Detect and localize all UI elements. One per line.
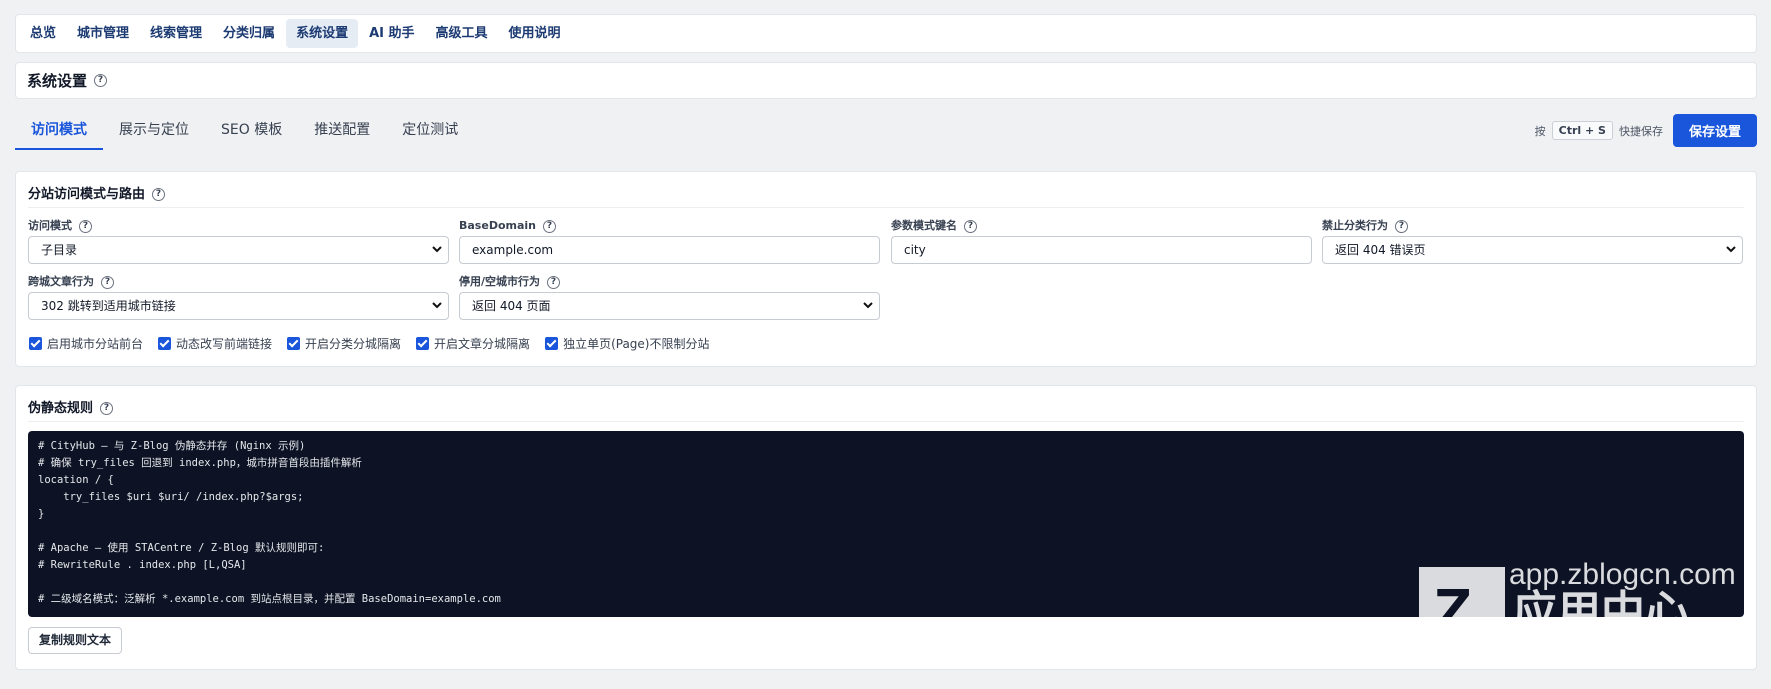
select-value: 302 跳转到适用城市链接 <box>41 299 176 313</box>
help-icon[interactable]: ? <box>152 188 166 201</box>
checkbox-category-isolation[interactable]: 开启分类分城隔离 <box>287 335 401 352</box>
top-nav: 总览 城市管理 线索管理 分类归属 系统设置 AI 助手 高级工具 使用说明 <box>15 14 1757 53</box>
checkbox-label: 独立单页(Page)不限制分站 <box>563 337 710 351</box>
checkbox[interactable] <box>158 337 172 350</box>
basedomain-input[interactable]: example.com <box>459 236 880 264</box>
nav-item-cities[interactable]: 城市管理 <box>67 19 139 48</box>
disabled-city-field: 停用/空城市行为? 返回 404 页面 <box>459 274 880 320</box>
cross-city-field: 跨城文章行为? 302 跳转到适用城市链接 <box>28 274 449 320</box>
chevron-down-icon <box>432 246 442 253</box>
chevron-down-icon <box>432 302 442 309</box>
save-hint-suffix: 快捷保存 <box>1618 124 1663 138</box>
chevron-down-icon <box>1726 246 1736 253</box>
help-icon[interactable]: ? <box>543 219 556 233</box>
checkbox-enable-frontend[interactable]: 启用城市分站前台 <box>29 335 143 352</box>
checkbox-article-isolation[interactable]: 开启文章分城隔离 <box>416 335 530 352</box>
page-title: 系统设置 <box>27 72 88 90</box>
select-value: 子目录 <box>41 243 78 257</box>
checkbox-label: 开启文章分城隔离 <box>434 337 531 351</box>
cross-city-select[interactable]: 302 跳转到适用城市链接 <box>28 292 449 320</box>
access-mode-select[interactable]: 子目录 <box>28 236 449 264</box>
field-label: 参数模式键名? <box>891 218 1312 236</box>
param-key-field: 参数模式键名? city <box>891 218 1312 264</box>
checkbox-label: 开启分类分城隔离 <box>305 337 402 351</box>
help-icon[interactable]: ? <box>101 275 114 289</box>
nav-item-overview[interactable]: 总览 <box>20 19 66 48</box>
tab-seo[interactable]: SEO 模板 <box>205 111 298 150</box>
tab-display[interactable]: 展示与定位 <box>103 111 205 150</box>
help-icon[interactable]: ? <box>1395 219 1408 233</box>
basedomain-field: BaseDomain? example.com <box>459 218 880 264</box>
shortcut-key: Ctrl + S <box>1551 121 1613 140</box>
zblog-logo-icon <box>1419 567 1505 617</box>
routing-card: 分站访问模式与路由? 访问模式? 子目录 BaseDomain? example… <box>15 171 1757 367</box>
nav-item-category[interactable]: 分类归属 <box>213 19 285 48</box>
param-key-input[interactable]: city <box>891 236 1312 264</box>
save-hint-prefix: 按 <box>1534 124 1546 138</box>
nav-item-leads[interactable]: 线索管理 <box>140 19 212 48</box>
divider <box>28 421 1744 422</box>
rewrite-card: 伪静态规则? # CityHub — 与 Z-Blog 伪静态并存 (Nginx… <box>15 385 1757 670</box>
checkbox-row: 启用城市分站前台 动态改写前端链接 开启分类分城隔离 开启文章分城隔离 独立单页… <box>29 335 724 352</box>
page-header: 系统设置 ? <box>15 62 1757 99</box>
checkbox-label: 动态改写前端链接 <box>176 337 273 351</box>
field-label: BaseDomain? <box>459 218 880 236</box>
help-icon[interactable]: ? <box>964 219 977 233</box>
select-value: 返回 404 错误页 <box>1335 243 1426 257</box>
save-area: 按 Ctrl + S 快捷保存 保存设置 <box>1535 114 1757 147</box>
copy-rules-button[interactable]: 复制规则文本 <box>28 627 123 654</box>
nav-item-tools[interactable]: 高级工具 <box>426 19 498 48</box>
settings-tabs: 访问模式 展示与定位 SEO 模板 推送配置 定位测试 <box>15 111 474 150</box>
help-icon[interactable]: ? <box>94 74 108 87</box>
field-label: 停用/空城市行为? <box>459 274 880 292</box>
tab-push[interactable]: 推送配置 <box>298 111 386 150</box>
category-behavior-select[interactable]: 返回 404 错误页 <box>1322 236 1743 264</box>
routing-title: 分站访问模式与路由? <box>28 183 166 202</box>
nav-item-ai[interactable]: AI 助手 <box>359 19 424 48</box>
nav-item-docs[interactable]: 使用说明 <box>499 19 571 48</box>
rewrite-code-block[interactable]: # CityHub — 与 Z-Blog 伪静态并存 (Nginx 示例) # … <box>28 431 1744 617</box>
checkbox[interactable] <box>416 337 430 350</box>
category-behavior-field: 禁止分类行为? 返回 404 错误页 <box>1322 218 1743 264</box>
select-value: 返回 404 页面 <box>472 299 551 313</box>
checkbox[interactable] <box>545 337 559 350</box>
access-mode-field: 访问模式? 子目录 <box>28 218 449 264</box>
help-icon[interactable]: ? <box>100 402 114 415</box>
chevron-down-icon <box>863 302 873 309</box>
divider <box>28 207 1744 208</box>
help-icon[interactable]: ? <box>79 219 92 233</box>
tab-access-mode[interactable]: 访问模式 <box>15 111 103 150</box>
rewrite-title: 伪静态规则? <box>28 397 114 416</box>
checkbox[interactable] <box>29 337 42 350</box>
tab-location-test[interactable]: 定位测试 <box>386 111 474 150</box>
help-icon[interactable]: ? <box>547 275 561 289</box>
checkbox[interactable] <box>287 337 301 350</box>
watermark: app.zblogcn.com 应用中心 <box>1389 557 1744 617</box>
field-label: 跨城文章行为? <box>28 274 449 292</box>
watermark-text-2: 应用中心 <box>1513 587 1689 618</box>
checkbox-page-unrestricted[interactable]: 独立单页(Page)不限制分站 <box>545 335 709 352</box>
disabled-city-select[interactable]: 返回 404 页面 <box>459 292 880 320</box>
checkbox-label: 启用城市分站前台 <box>47 337 144 351</box>
save-button[interactable]: 保存设置 <box>1672 114 1757 147</box>
checkbox-rewrite-links[interactable]: 动态改写前端链接 <box>158 335 272 352</box>
field-label: 访问模式? <box>28 218 449 236</box>
nav-item-settings[interactable]: 系统设置 <box>286 19 359 48</box>
field-label: 禁止分类行为? <box>1322 218 1743 236</box>
